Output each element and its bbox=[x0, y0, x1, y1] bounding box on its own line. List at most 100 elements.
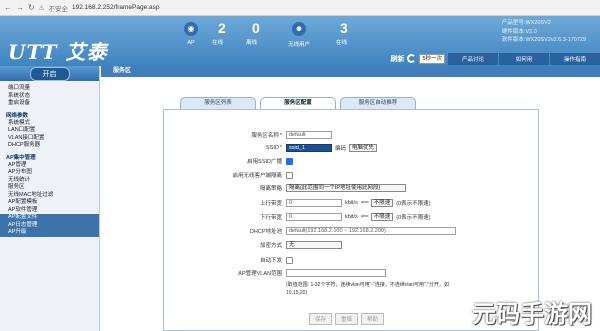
forward-arrow-icon[interactable]: → bbox=[16, 3, 24, 12]
stat-offline-label: 离线 bbox=[246, 40, 258, 46]
ssid-broadcast-label: 启用SSID广播 bbox=[247, 159, 282, 165]
stat-users-online-label: 在线 bbox=[336, 40, 348, 46]
row-ssid: SSID* ssid_1 编码 电脑优先 bbox=[164, 143, 540, 153]
sidebar-group-network: 网络参数 系统模式 LAN口配置 VLAN接口配置 DHCP服务器 bbox=[0, 112, 99, 150]
name-input[interactable]: default bbox=[286, 131, 332, 139]
stat-users-label: 无线用户 bbox=[288, 42, 311, 48]
sidebar-item-system-mode[interactable]: 系统模式 bbox=[0, 120, 99, 128]
encoding-select[interactable]: 电脑优先 bbox=[349, 144, 378, 152]
sidebar-start-button[interactable]: 开启 bbox=[29, 66, 70, 81]
upload-unit: kbit/s bbox=[345, 200, 358, 206]
sidebar-item-ap-upgrade[interactable]: AP升级 bbox=[0, 229, 99, 237]
sidebar-item-system-status[interactable]: 系统状态 bbox=[0, 93, 99, 101]
row-encryption: 加密方式 无 bbox=[164, 240, 540, 250]
sidebar-item-dhcp[interactable]: DHCP服务器 bbox=[0, 142, 99, 150]
ssid-broadcast-checkbox[interactable] bbox=[286, 157, 293, 165]
hardware-version: 硬件版本:V2.0 bbox=[501, 28, 537, 35]
row-upload: 上行带宽 0 kbit/s ⟸ 不限速 (0表示不限速) bbox=[164, 198, 540, 208]
refresh-icon[interactable] bbox=[407, 54, 417, 63]
tab-service-zone-config[interactable]: 服务区配置 bbox=[260, 97, 336, 109]
client-isolation-checkbox[interactable] bbox=[286, 171, 293, 179]
row-isolation-policy: 隔离策略 隔离(此范围同一个IP地址使用此网段) bbox=[164, 183, 540, 193]
sidebar-item-ap-manage[interactable]: AP管理 bbox=[0, 162, 99, 170]
stat-users-online-value: 3 bbox=[340, 20, 348, 36]
name-label: 服务区名称* bbox=[251, 133, 282, 139]
row-client-isolation: 启用无线客户端隔离 bbox=[164, 170, 540, 180]
row-ssid-broadcast: 启用SSID广播 bbox=[164, 156, 540, 166]
download-arrow-icon: ⟸ bbox=[360, 214, 369, 220]
download-mode-select[interactable]: 不限速 bbox=[370, 213, 394, 221]
stat-online: 2 在线 bbox=[212, 20, 226, 46]
upload-arrow-icon: ⟸ bbox=[360, 200, 369, 206]
system-info: 产品型号:WX20SV2 硬件版本:V2.0 软件版本:WX20SV2v2.6.… bbox=[502, 19, 586, 45]
reload-icon[interactable]: ↻ bbox=[28, 3, 35, 12]
upload-mode-select[interactable]: 不限速 bbox=[370, 199, 394, 207]
stat-users-online: 3 在线 bbox=[336, 20, 348, 46]
software-version: 软件版本:WX20SV2v2.6.3-170729 bbox=[501, 37, 586, 43]
stat-offline-value: 0 bbox=[252, 20, 260, 36]
ap-vlan-input[interactable] bbox=[286, 269, 386, 277]
tab-service-zone-list[interactable]: 服务区列表 bbox=[180, 97, 256, 109]
sidebar-item-ap-software[interactable]: AP软件管理 bbox=[0, 207, 99, 215]
sidebar-item-ap-template[interactable]: AP配置模板 bbox=[0, 199, 99, 207]
client-isolation-label: 启用无线客户端隔离 bbox=[232, 173, 282, 179]
row-dhcp: DHCP地址池 default(192.168.2.100 ~ 192.168.… bbox=[164, 226, 540, 236]
security-warning-icon: ⚠ bbox=[38, 4, 45, 12]
download-hint: (0表示不限速) bbox=[396, 215, 431, 221]
form-buttons: 保存 重填 帮助 bbox=[309, 313, 385, 325]
ssid-label: SSID* bbox=[266, 145, 282, 151]
sidebar-item-mac-filter[interactable]: 无线MAC地址过滤 bbox=[0, 192, 99, 200]
sidebar-item-port-traffic[interactable]: 端口流量 bbox=[0, 85, 99, 93]
sidebar-item-lan[interactable]: LAN口配置 bbox=[0, 127, 99, 135]
sidebar-title-network[interactable]: 网络参数 bbox=[0, 112, 99, 120]
sidebar-item-ap-config[interactable]: AP配置文件 bbox=[0, 214, 99, 222]
sidebar-group-ap: AP集中管理 AP管理 AP分布图 无线统计 服务区 无线MAC地址过滤 AP配… bbox=[0, 154, 99, 237]
sidebar-title-ap[interactable]: AP集中管理 bbox=[0, 154, 99, 162]
ap-vlan-hint: (取值范围: 1-32个字符，连续vlan可用"-"连接，不连续vlan可用",… bbox=[286, 282, 449, 288]
auto-deploy-checkbox[interactable] bbox=[286, 256, 293, 264]
isolation-policy-label: 隔离策略 bbox=[259, 186, 282, 192]
isolation-policy-select[interactable]: 隔离(此范围同一个IP地址使用此网段) bbox=[286, 184, 406, 192]
browser-address-bar: ← → ↻ ⚠ 不安全 192.168.2.252/framePage.asp bbox=[0, 0, 600, 16]
encryption-select[interactable]: 无 bbox=[286, 241, 342, 249]
brand-logo: UTT 艾泰 bbox=[8, 40, 108, 64]
upload-input[interactable]: 0 bbox=[286, 199, 342, 207]
download-unit: kbit/s bbox=[345, 214, 358, 220]
upload-label: 上行带宽 bbox=[259, 201, 282, 207]
download-label: 下行带宽 bbox=[259, 215, 282, 221]
sidebar-item-wireless-stats[interactable]: 无线统计 bbox=[0, 177, 99, 185]
save-button[interactable]: 保存 bbox=[309, 313, 333, 325]
help-button[interactable]: 帮助 bbox=[361, 313, 385, 325]
row-auto-deploy: 自动下发 bbox=[164, 255, 540, 265]
top-nav: 产品讨论 如何用 操作指南 bbox=[448, 52, 600, 65]
stat-wireless-users: ☻ 无线用户 bbox=[288, 22, 310, 48]
sidebar-dark-section: AP配置文件 AP日志管理 AP升级 bbox=[0, 214, 99, 237]
stat-ap-label: AP bbox=[187, 40, 195, 46]
dhcp-pool-select[interactable]: default(192.168.2.100 ~ 192.168.2.200) bbox=[286, 227, 456, 235]
nav-product-discussion[interactable]: 产品讨论 bbox=[448, 52, 498, 65]
tab-bar: 服务区列表 服务区配置 服务区自动推荐 bbox=[180, 97, 416, 109]
sidebar-item-ap-log[interactable]: AP日志管理 bbox=[0, 222, 99, 230]
tab-service-zone-auto[interactable]: 服务区自动推荐 bbox=[340, 97, 416, 109]
reset-button[interactable]: 重填 bbox=[335, 313, 359, 325]
sidebar-item-ap-map[interactable]: AP分布图 bbox=[0, 169, 99, 177]
ap-vlan-label: AP管理VLAN范围 bbox=[238, 271, 282, 277]
top-toolbar: 刷新 5秒一次 产品讨论 如何用 操作指南 bbox=[390, 52, 600, 65]
nav-guide[interactable]: 操作指南 bbox=[550, 52, 600, 65]
security-warning: 不安全 bbox=[48, 5, 69, 13]
sidebar-item-vlan[interactable]: VLAN接口配置 bbox=[0, 135, 99, 143]
url-field[interactable]: 192.168.2.252/framePage.asp bbox=[72, 4, 159, 11]
refresh-button[interactable]: 刷新 bbox=[390, 54, 404, 64]
product-model: 产品型号:WX20SV2 bbox=[501, 20, 551, 26]
nav-how-to-use[interactable]: 如何用 bbox=[499, 52, 549, 65]
sidebar-item-service-zone[interactable]: 服务区 bbox=[0, 184, 99, 192]
sidebar-group-status: 端口流量 系统状态 重启设备 bbox=[0, 85, 99, 108]
back-arrow-icon[interactable]: ← bbox=[4, 3, 12, 12]
ssid-input[interactable]: ssid_1 bbox=[286, 144, 332, 152]
refresh-interval-select[interactable]: 5秒一次 bbox=[419, 53, 445, 64]
download-input[interactable]: 0 bbox=[286, 213, 342, 221]
sidebar-item-reboot[interactable]: 重启设备 bbox=[0, 100, 99, 108]
stat-online-value: 2 bbox=[218, 20, 226, 36]
site-watermark: 元码手游网 bbox=[472, 300, 592, 328]
ap-vlan-hint2: 10,15,20) bbox=[286, 289, 308, 296]
